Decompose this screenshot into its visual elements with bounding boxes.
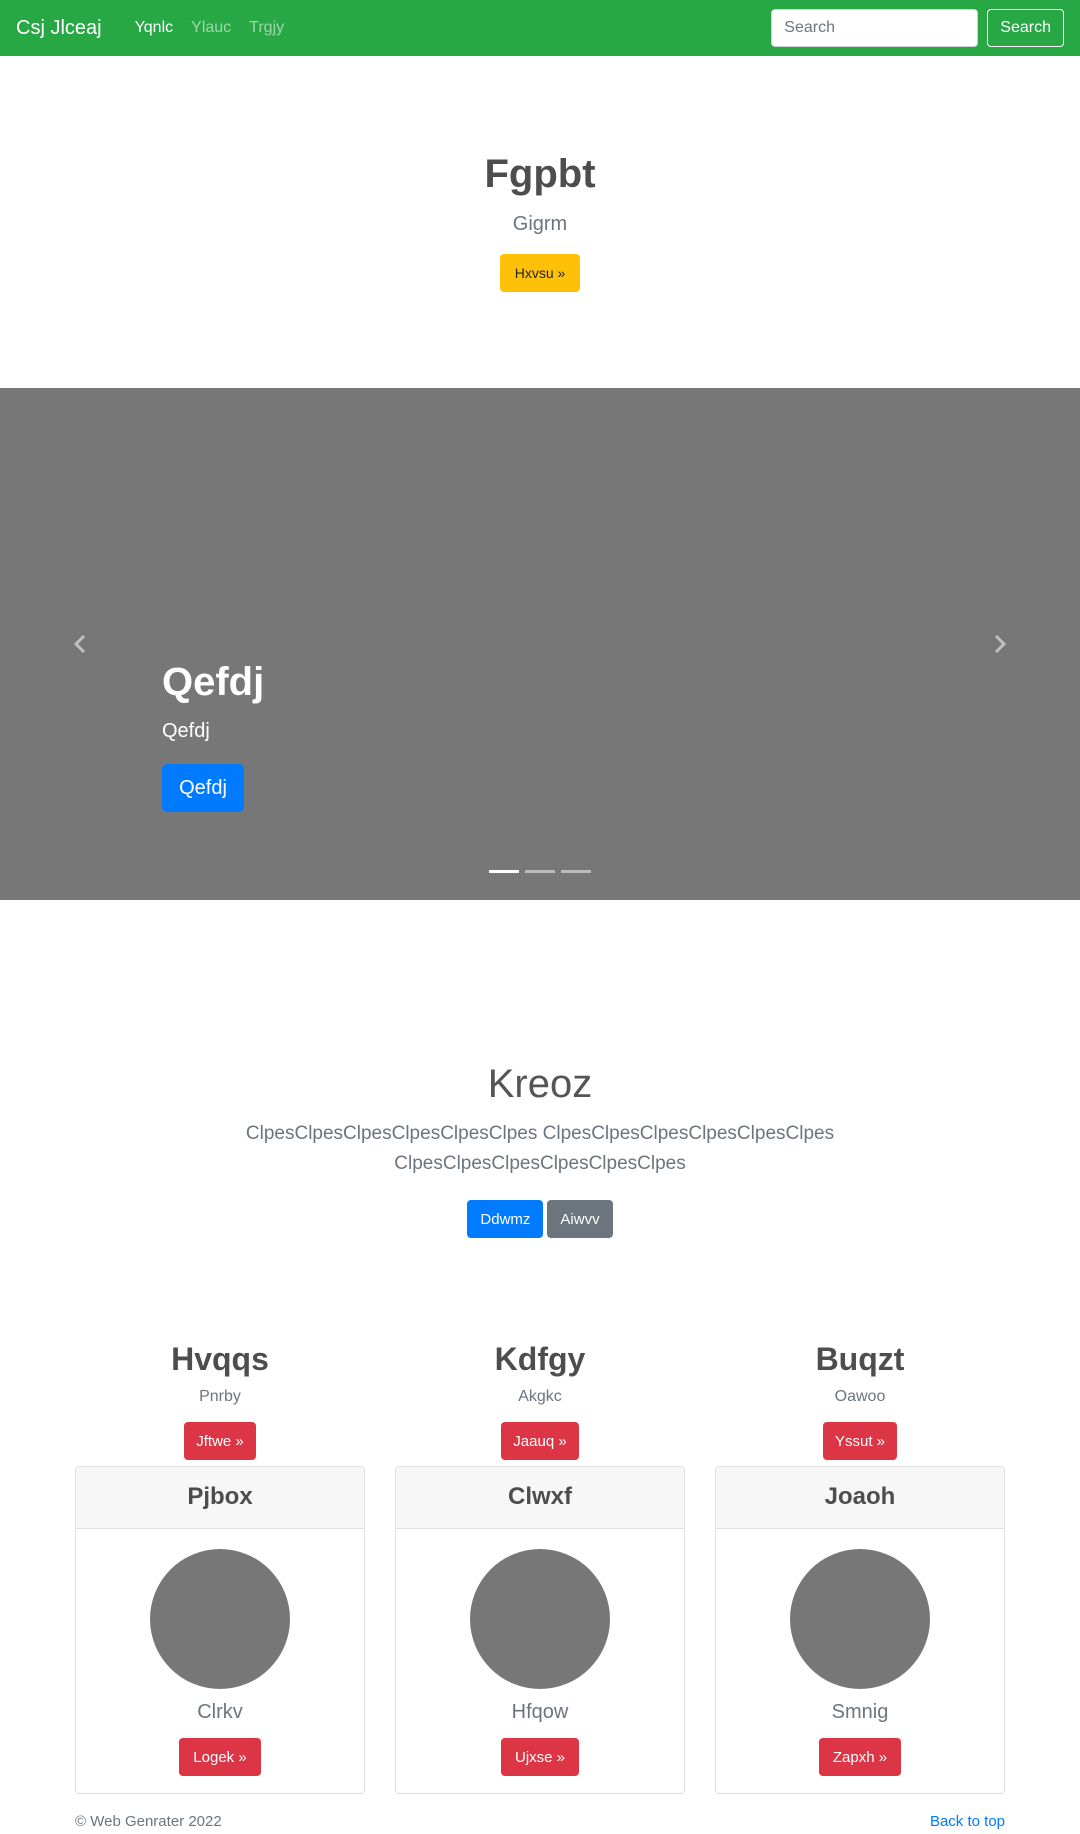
card-header: Joaoh bbox=[716, 1467, 1004, 1529]
search-button[interactable]: Search bbox=[987, 9, 1064, 47]
intro-title: Kreoz bbox=[487, 1062, 593, 1106]
card-text: Hfqow bbox=[511, 1701, 569, 1723]
hero-subtitle: Gigrm bbox=[512, 213, 568, 235]
intro-primary-button[interactable]: Ddwmz bbox=[467, 1200, 544, 1238]
nav-link-ylauc[interactable]: Ylauc bbox=[182, 19, 240, 37]
carousel-next-button[interactable] bbox=[918, 388, 1080, 900]
nav-link-yqnlc[interactable]: Yqnlc bbox=[126, 19, 183, 37]
card-button[interactable]: Ujxse » bbox=[500, 1738, 580, 1776]
card-button[interactable]: Logek » bbox=[179, 1738, 261, 1776]
search-form: Search bbox=[771, 9, 1064, 47]
card: Joaoh Smnig Zapxh » bbox=[715, 1466, 1005, 1794]
carousel-indicator[interactable] bbox=[561, 870, 591, 873]
feature-title: Hvqqs bbox=[171, 1341, 269, 1377]
back-to-top-link[interactable]: Back to top bbox=[930, 1813, 1005, 1830]
hero-section: Fgpbt Gigrm Hxvsu » bbox=[0, 56, 1080, 388]
feature-column: Hvqqs Pnrby Jftwe » bbox=[75, 1340, 365, 1461]
feature-title: Kdfgy bbox=[494, 1341, 586, 1377]
carousel-indicator[interactable] bbox=[525, 870, 555, 873]
card-text: Clrkv bbox=[197, 1701, 243, 1723]
carousel: Qefdj Qefdj Qefdj bbox=[0, 388, 1080, 900]
feature-button[interactable]: Jaauq » bbox=[501, 1422, 579, 1461]
card: Pjbox Clrkv Logek » bbox=[75, 1466, 365, 1794]
carousel-indicators bbox=[0, 870, 1080, 873]
chevron-left-icon bbox=[73, 634, 86, 654]
card-text: Smnig bbox=[831, 1701, 889, 1723]
carousel-prev-button[interactable] bbox=[0, 388, 162, 900]
card-image bbox=[790, 1549, 930, 1689]
feature-column: Buqzt Oawoo Yssut » bbox=[715, 1340, 1005, 1461]
carousel-caption-text: Qefdj bbox=[162, 720, 210, 742]
intro-lead: ClpesClpesClpesClpesClpesClpes ClpesClpe… bbox=[245, 1123, 835, 1174]
card-image bbox=[470, 1549, 610, 1689]
card-button[interactable]: Zapxh » bbox=[818, 1738, 902, 1776]
feature-column: Kdfgy Akgkc Jaauq » bbox=[395, 1340, 685, 1461]
feature-subtitle: Akgkc bbox=[518, 1388, 562, 1406]
carousel-indicator[interactable] bbox=[489, 870, 519, 873]
hero-title: Fgpbt bbox=[484, 152, 596, 196]
nav-links: Yqnlc Ylauc Trgjy bbox=[126, 19, 294, 37]
navbar: Csj Jlceaj Yqnlc Ylauc Trgjy Search bbox=[0, 0, 1080, 56]
feature-button[interactable]: Yssut » bbox=[822, 1422, 898, 1461]
intro-secondary-button[interactable]: Aiwvv bbox=[547, 1200, 613, 1238]
feature-title: Buqzt bbox=[815, 1341, 905, 1377]
footer-copyright: © Web Genrater 2022 bbox=[75, 1813, 222, 1830]
feature-subtitle: Oawoo bbox=[834, 1388, 886, 1406]
intro-buttons: Ddwmz Aiwvv bbox=[0, 1200, 1080, 1238]
card-header: Clwxf bbox=[396, 1467, 684, 1529]
navbar-brand[interactable]: Csj Jlceaj bbox=[16, 17, 102, 40]
feature-subtitle: Pnrby bbox=[199, 1388, 241, 1406]
carousel-caption-title: Qefdj bbox=[162, 660, 265, 704]
feature-button[interactable]: Jftwe » bbox=[184, 1422, 256, 1461]
hero-button[interactable]: Hxvsu » bbox=[500, 254, 580, 292]
nav-link-trgjy[interactable]: Trgjy bbox=[240, 19, 293, 37]
search-input[interactable] bbox=[771, 9, 979, 47]
carousel-caption-button[interactable]: Qefdj bbox=[162, 764, 244, 812]
chevron-right-icon bbox=[994, 634, 1007, 654]
card-header: Pjbox bbox=[76, 1467, 364, 1529]
card: Clwxf Hfqow Ujxse » bbox=[395, 1466, 685, 1794]
card-image bbox=[150, 1549, 290, 1689]
